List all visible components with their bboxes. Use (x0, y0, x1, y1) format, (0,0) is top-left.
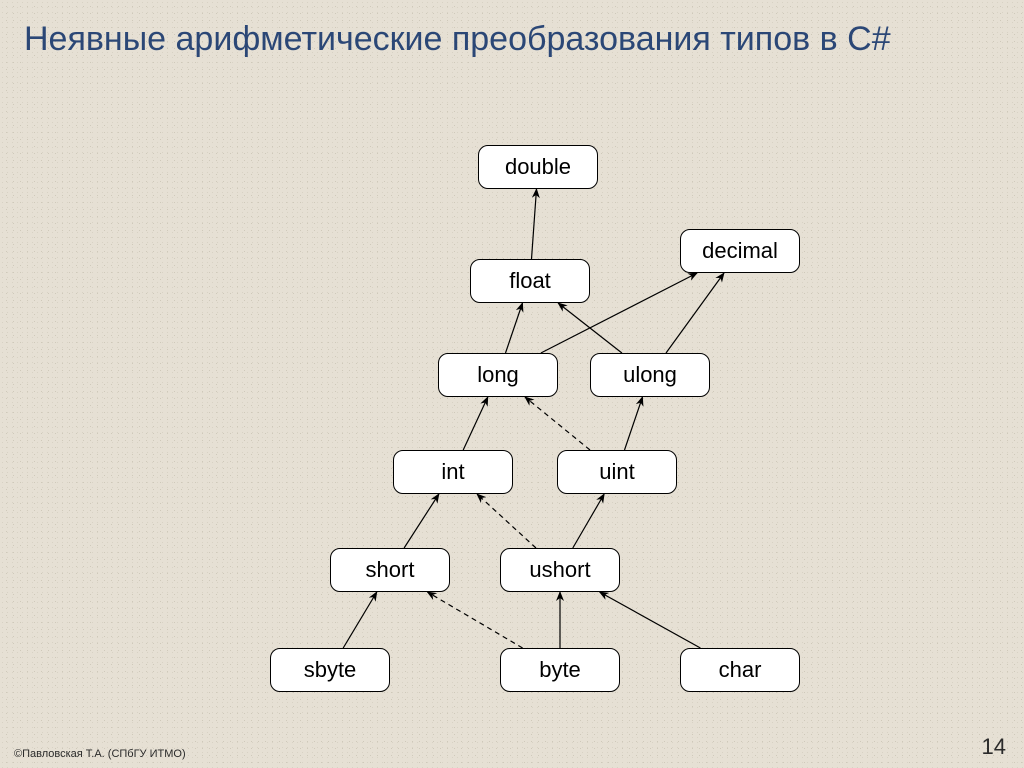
node-label: decimal (702, 238, 778, 264)
type-node-uint: uint (557, 450, 677, 494)
node-label: short (366, 557, 415, 583)
type-node-sbyte: sbyte (270, 648, 390, 692)
conversion-arrow (532, 189, 537, 259)
node-label: ushort (529, 557, 590, 583)
conversion-arrow (625, 397, 643, 450)
type-node-long: long (438, 353, 558, 397)
conversion-arrow (600, 592, 701, 648)
type-node-float: float (470, 259, 590, 303)
type-node-char: char (680, 648, 800, 692)
conversion-arrow (525, 397, 590, 450)
conversion-arrow (477, 494, 536, 548)
node-label: long (477, 362, 519, 388)
conversion-arrow (404, 494, 439, 548)
type-node-ulong: ulong (590, 353, 710, 397)
node-label: ulong (623, 362, 677, 388)
type-node-byte: byte (500, 648, 620, 692)
conversion-arrow (666, 273, 724, 353)
node-label: uint (599, 459, 634, 485)
type-node-int: int (393, 450, 513, 494)
type-node-double: double (478, 145, 598, 189)
node-label: sbyte (304, 657, 357, 683)
conversion-arrow (343, 592, 377, 648)
type-node-ushort: ushort (500, 548, 620, 592)
conversion-arrow (573, 494, 604, 548)
slide-title: Неявные арифметические преобразования ти… (24, 18, 1000, 61)
type-node-short: short (330, 548, 450, 592)
node-label: int (441, 459, 464, 485)
conversion-arrow (427, 592, 522, 648)
type-node-decimal: decimal (680, 229, 800, 273)
node-label: char (719, 657, 762, 683)
conversion-arrow (558, 303, 622, 353)
conversion-arrow (463, 397, 488, 450)
conversion-arrow (506, 303, 523, 353)
node-label: double (505, 154, 571, 180)
node-label: float (509, 268, 551, 294)
slide-number: 14 (982, 734, 1006, 760)
node-label: byte (539, 657, 581, 683)
copyright-footer: ©Павловская Т.А. (СПбГУ ИТМО) (14, 748, 186, 760)
